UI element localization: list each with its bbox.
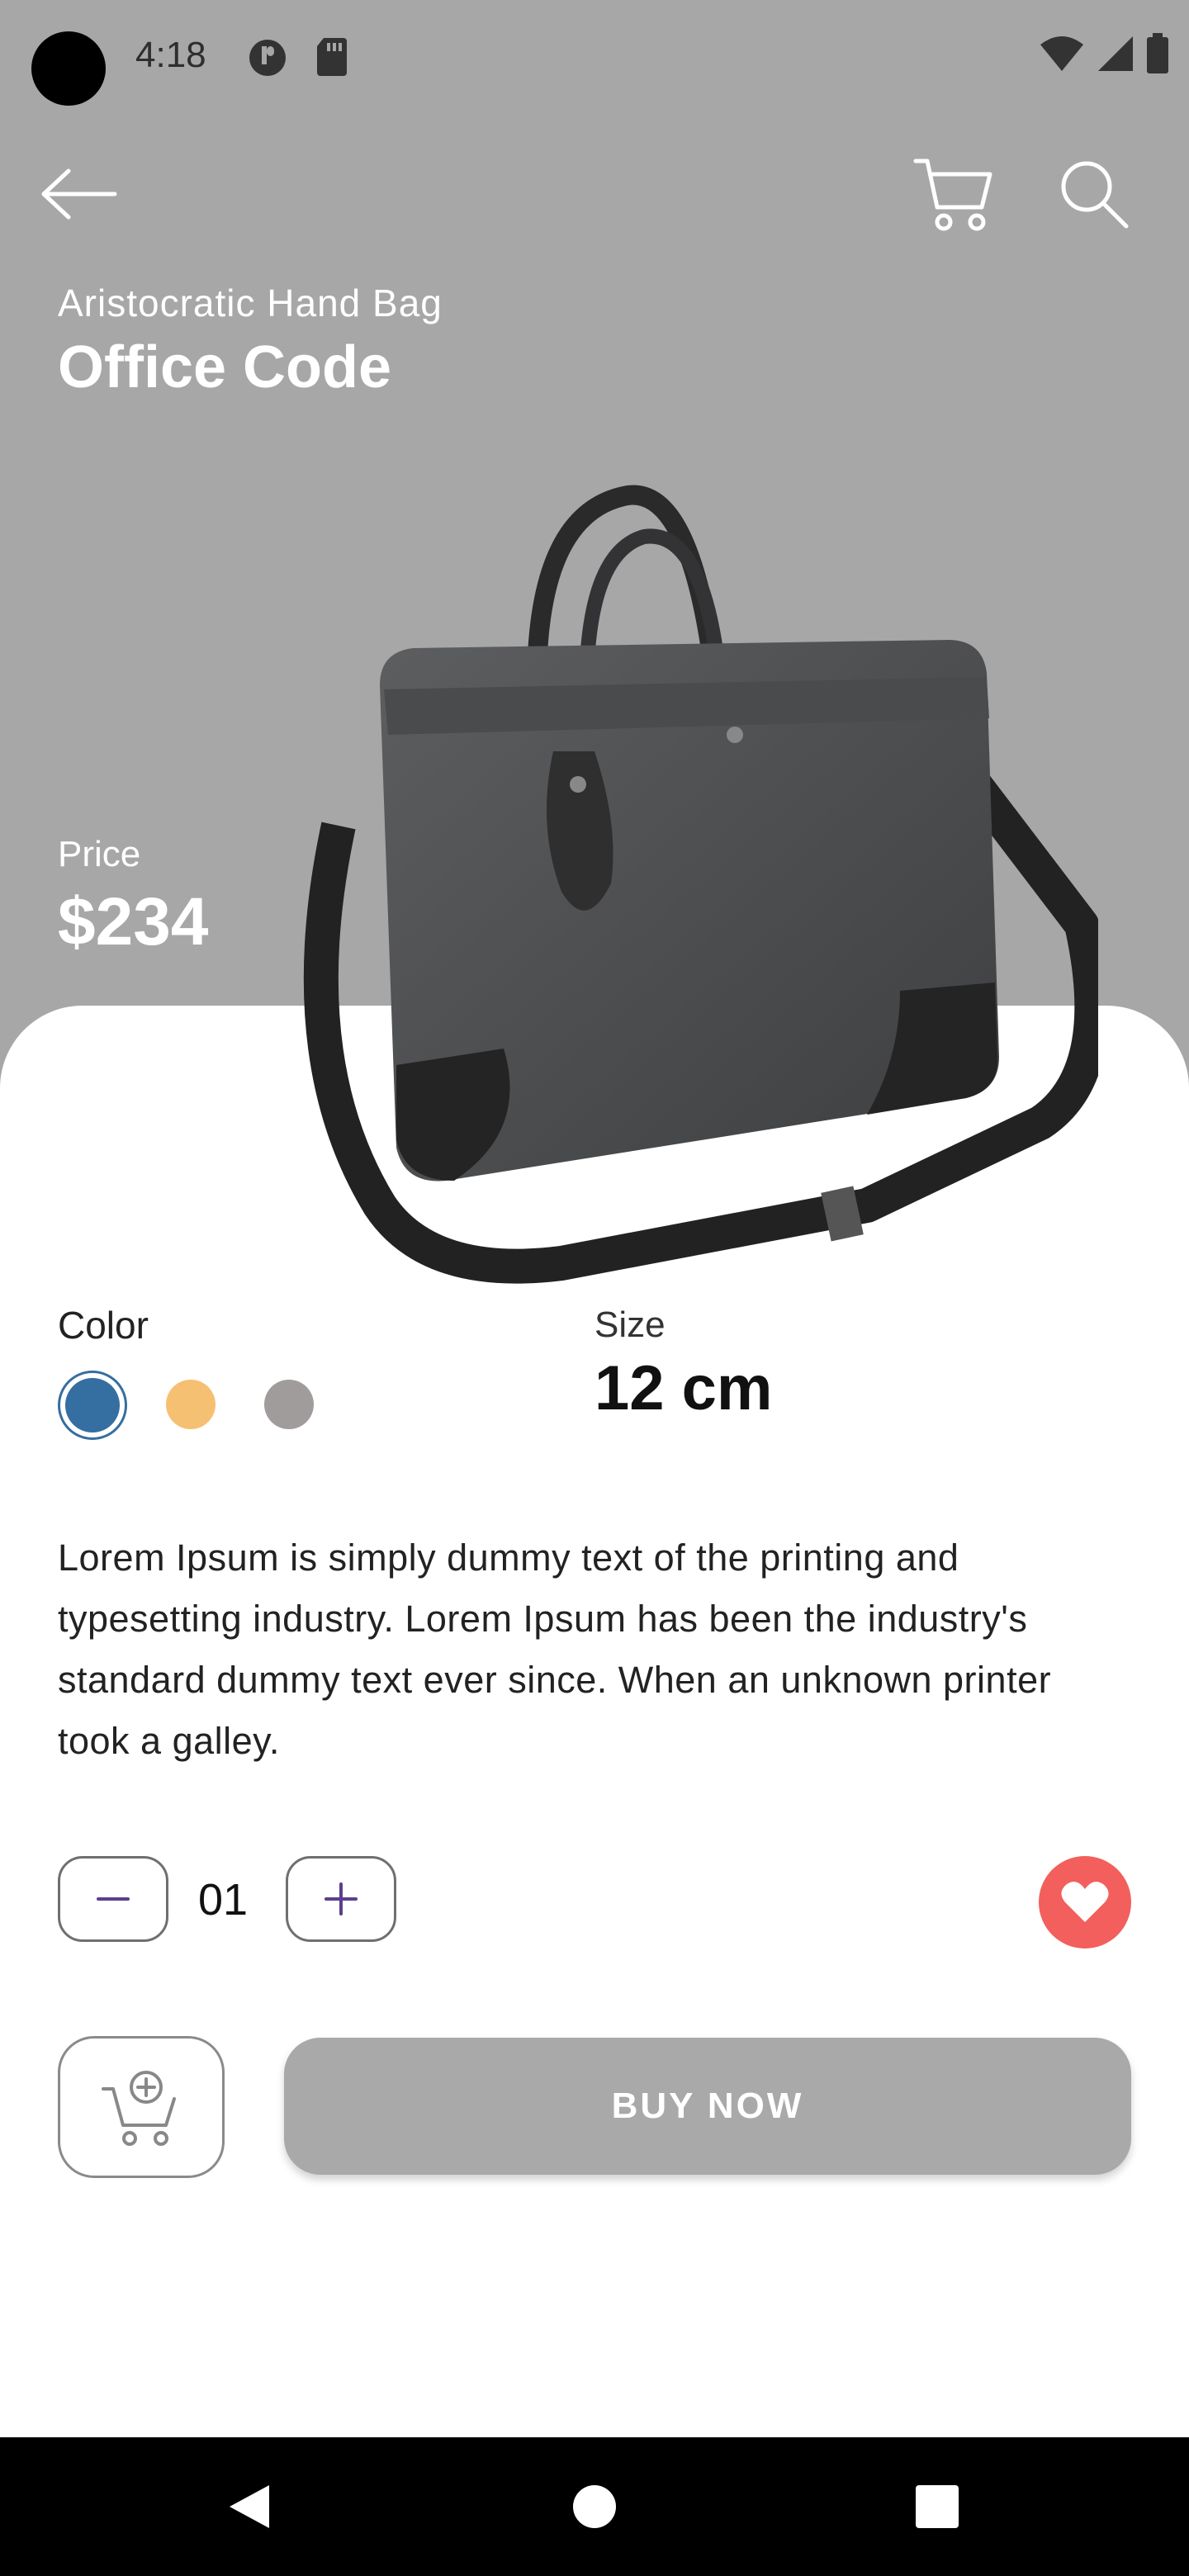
signal-icon [1098,36,1133,71]
arrow-left-icon [41,168,117,220]
size-value: 12 cm [594,1353,773,1423]
search-button[interactable] [1049,149,1139,239]
nav-home-button[interactable] [553,2465,636,2548]
cart-button[interactable] [908,149,999,239]
color-swatch-gray[interactable] [264,1380,314,1429]
buy-now-button[interactable]: BUY NOW [284,2038,1131,2175]
plus-icon [324,1882,358,1915]
decrease-quantity-button[interactable] [58,1856,168,1942]
add-to-cart-button[interactable] [58,2036,225,2178]
product-title: Office Code [58,334,392,400]
nav-back-button[interactable] [208,2465,291,2548]
price-label: Price [58,834,141,874]
color-swatch-orange[interactable] [166,1380,216,1429]
increase-quantity-button[interactable] [286,1856,396,1942]
wifi-icon [1040,36,1083,71]
system-navigation-bar [0,2437,1189,2576]
home-circle-icon [573,2485,616,2528]
nav-recents-button[interactable] [896,2465,978,2548]
product-image [303,485,1098,1284]
product-description: Lorem Ipsum is simply dummy text of the … [58,1537,1052,1762]
notification-app-icon [249,40,286,76]
color-label: Color [58,1304,149,1347]
back-button[interactable] [33,149,124,239]
price-value: $234 [58,884,209,959]
favorite-button[interactable] [1039,1856,1131,1949]
heart-icon [1061,1882,1109,1922]
quantity-value: 01 [198,1875,249,1925]
triangle-back-icon [230,2485,269,2528]
camera-cutout [31,31,106,106]
battery-icon [1147,33,1168,73]
search-icon [1061,161,1129,229]
status-time: 4:18 [135,35,206,75]
cart-add-icon [102,2071,176,2146]
cart-icon [913,159,992,231]
size-label: Size [594,1305,666,1345]
status-bar: 4:18 [0,0,1189,116]
color-swatch-blue[interactable] [58,1371,127,1440]
recents-square-icon [916,2485,959,2528]
minus-icon [97,1897,130,1901]
sd-card-icon [317,38,347,76]
product-subtitle: Aristocratic Hand Bag [58,282,443,324]
